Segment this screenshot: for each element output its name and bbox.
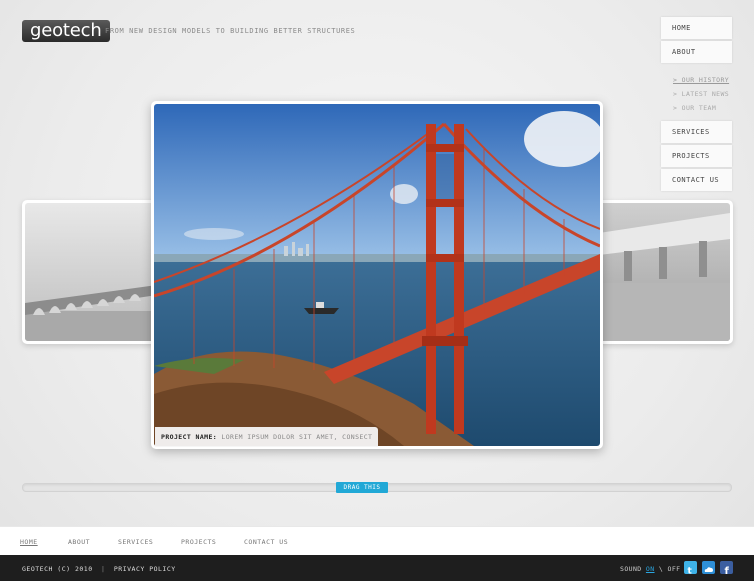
footer-nav-projects[interactable]: PROJECTS	[181, 538, 216, 546]
prev-bridge-image	[25, 203, 157, 341]
nav-item-projects[interactable]: PROJECTS	[661, 145, 732, 167]
caption-label: PROJECT NAME:	[161, 433, 218, 441]
footer-nav-services[interactable]: SERVICES	[118, 538, 153, 546]
footer-nav: HOME ABOUT SERVICES PROJECTS CONTACT US	[0, 526, 754, 555]
logo[interactable]: geotech	[22, 20, 110, 42]
svg-text:t: t	[688, 567, 693, 577]
caption-value: LOREM IPSUM DOLOR SIT AMET, CONSECT	[221, 433, 373, 441]
main-nav: HOME ABOUT > OUR HISTORY > LATEST NEWS >…	[661, 17, 732, 193]
nav-item-services[interactable]: SERVICES	[661, 121, 732, 143]
copyright: GEOTECH (C) 2010 | PRIVACY POLICY	[22, 565, 176, 573]
project-caption: PROJECT NAME: LOREM IPSUM DOLOR SIT AMET…	[155, 427, 379, 447]
copyright-separator: |	[101, 565, 106, 573]
sound-label: SOUND	[620, 565, 642, 573]
facebook-icon[interactable]: f	[720, 561, 733, 577]
sound-separator: \	[658, 565, 664, 573]
nav-item-contact-us[interactable]: CONTACT US	[661, 169, 732, 191]
sound-off-button[interactable]: OFF	[668, 565, 681, 573]
subnav-item-latest-news[interactable]: > LATEST NEWS	[673, 87, 732, 101]
sound-toggle: SOUND ON \ OFF	[620, 565, 680, 573]
gallery-main-photo[interactable]	[151, 101, 603, 449]
golden-gate-bridge-image	[154, 104, 600, 446]
footer-nav-about[interactable]: ABOUT	[68, 538, 90, 546]
gallery-next-thumbnail[interactable]	[596, 200, 733, 344]
about-subnav: > OUR HISTORY > LATEST NEWS > OUR TEAM	[661, 65, 732, 121]
cloud-icon[interactable]	[702, 561, 715, 574]
svg-text:f: f	[725, 566, 730, 576]
twitter-icon[interactable]: t	[684, 561, 697, 577]
gallery-prev-thumbnail[interactable]	[22, 200, 160, 344]
footer-nav-contact-us[interactable]: CONTACT US	[244, 538, 288, 546]
nav-item-home[interactable]: HOME	[661, 17, 732, 39]
sound-on-button[interactable]: ON	[646, 565, 655, 573]
next-bridge-image	[599, 203, 730, 341]
subnav-item-our-team[interactable]: > OUR TEAM	[673, 101, 732, 115]
subnav-item-our-history[interactable]: > OUR HISTORY	[673, 73, 732, 87]
nav-item-about[interactable]: ABOUT	[661, 41, 732, 63]
footer-nav-home[interactable]: HOME	[20, 538, 38, 546]
footer-bar: GEOTECH (C) 2010 | PRIVACY POLICY SOUND …	[0, 555, 754, 581]
tagline: FROM NEW DESIGN MODELS TO BUILDING BETTE…	[105, 27, 356, 35]
copyright-text: GEOTECH (C) 2010	[22, 565, 93, 573]
privacy-policy-link[interactable]: PRIVACY POLICY	[114, 565, 176, 573]
gallery-slider-handle[interactable]: DRAG THIS	[336, 482, 388, 493]
